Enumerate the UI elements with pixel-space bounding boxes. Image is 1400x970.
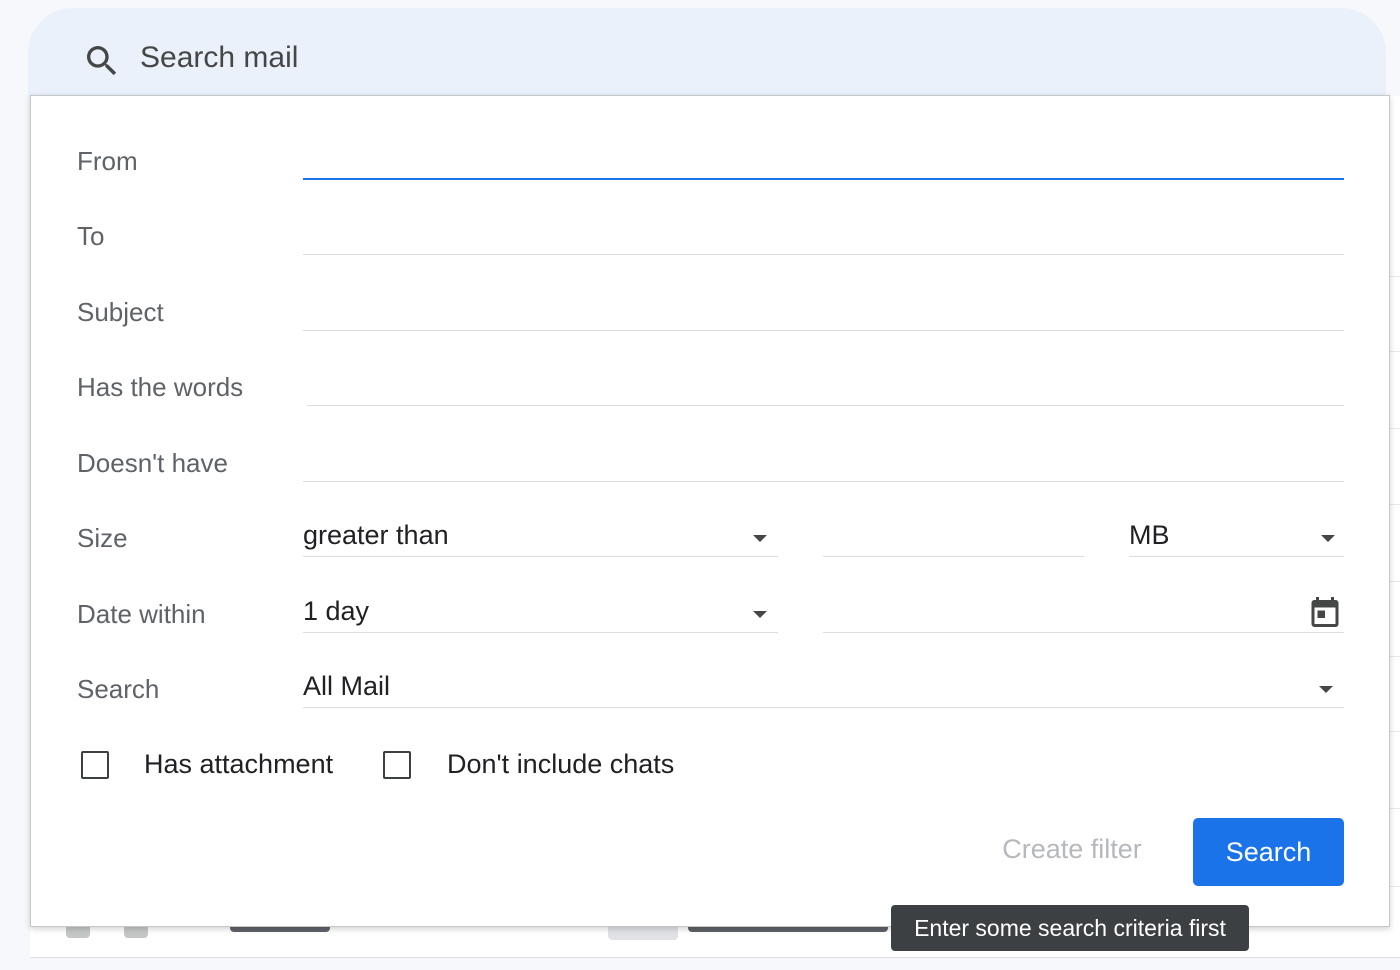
date-within-select[interactable]: 1 day bbox=[303, 594, 778, 633]
search-scope-row: Search All Mail bbox=[31, 669, 1391, 729]
to-row: To bbox=[31, 216, 1391, 276]
background-mail-list bbox=[1390, 96, 1400, 926]
has-words-input[interactable] bbox=[307, 367, 1344, 406]
size-operator-value: greater than bbox=[303, 520, 449, 550]
search-scope-value: All Mail bbox=[303, 671, 391, 701]
size-row: Size greater than MB bbox=[31, 518, 1391, 578]
chevron-down-icon bbox=[1319, 686, 1333, 693]
create-filter-button[interactable]: Create filter bbox=[987, 821, 1157, 877]
dont-include-chats-label[interactable]: Don't include chats bbox=[447, 749, 674, 780]
has-words-row: Has the words bbox=[31, 367, 1391, 427]
chevron-down-icon bbox=[753, 535, 767, 542]
search-icon[interactable] bbox=[82, 41, 122, 81]
date-within-value: 1 day bbox=[303, 596, 370, 626]
doesnt-have-row: Doesn't have bbox=[31, 443, 1391, 503]
date-input[interactable] bbox=[823, 594, 1344, 633]
subject-row: Subject bbox=[31, 292, 1391, 352]
has-attachment-label[interactable]: Has attachment bbox=[144, 749, 333, 780]
date-label: Date within bbox=[77, 599, 206, 629]
size-value-input[interactable] bbox=[823, 518, 1084, 557]
search-scope-select[interactable]: All Mail bbox=[303, 669, 1344, 708]
dont-include-chats-checkbox[interactable] bbox=[383, 751, 411, 779]
from-input[interactable] bbox=[303, 141, 1344, 180]
chevron-down-icon bbox=[753, 611, 767, 618]
to-label: To bbox=[77, 221, 105, 251]
search-button[interactable]: Search bbox=[1193, 818, 1344, 886]
size-unit-select[interactable]: MB bbox=[1129, 518, 1344, 557]
advanced-search-dialog: From To Subject Has the words Doesn't ha… bbox=[30, 95, 1390, 927]
chevron-down-icon bbox=[1321, 535, 1335, 542]
calendar-icon[interactable] bbox=[1307, 594, 1343, 630]
size-operator-select[interactable]: greater than bbox=[303, 518, 778, 557]
date-row: Date within 1 day bbox=[31, 594, 1391, 654]
size-unit-value: MB bbox=[1129, 520, 1170, 550]
tooltip: Enter some search criteria first bbox=[891, 905, 1249, 951]
doesnt-have-input[interactable] bbox=[303, 443, 1344, 482]
to-input[interactable] bbox=[303, 216, 1344, 255]
search-bar[interactable]: Search mail bbox=[28, 8, 1386, 98]
search-scope-label: Search bbox=[77, 674, 160, 704]
subject-label: Subject bbox=[77, 297, 164, 327]
doesnt-have-label: Doesn't have bbox=[77, 448, 228, 478]
from-label: From bbox=[77, 146, 138, 176]
subject-input[interactable] bbox=[303, 292, 1344, 331]
from-row: From bbox=[31, 141, 1391, 201]
size-label: Size bbox=[77, 523, 128, 553]
has-words-label: Has the words bbox=[77, 372, 244, 402]
has-attachment-checkbox[interactable] bbox=[81, 751, 109, 779]
search-input[interactable]: Search mail bbox=[140, 41, 298, 75]
